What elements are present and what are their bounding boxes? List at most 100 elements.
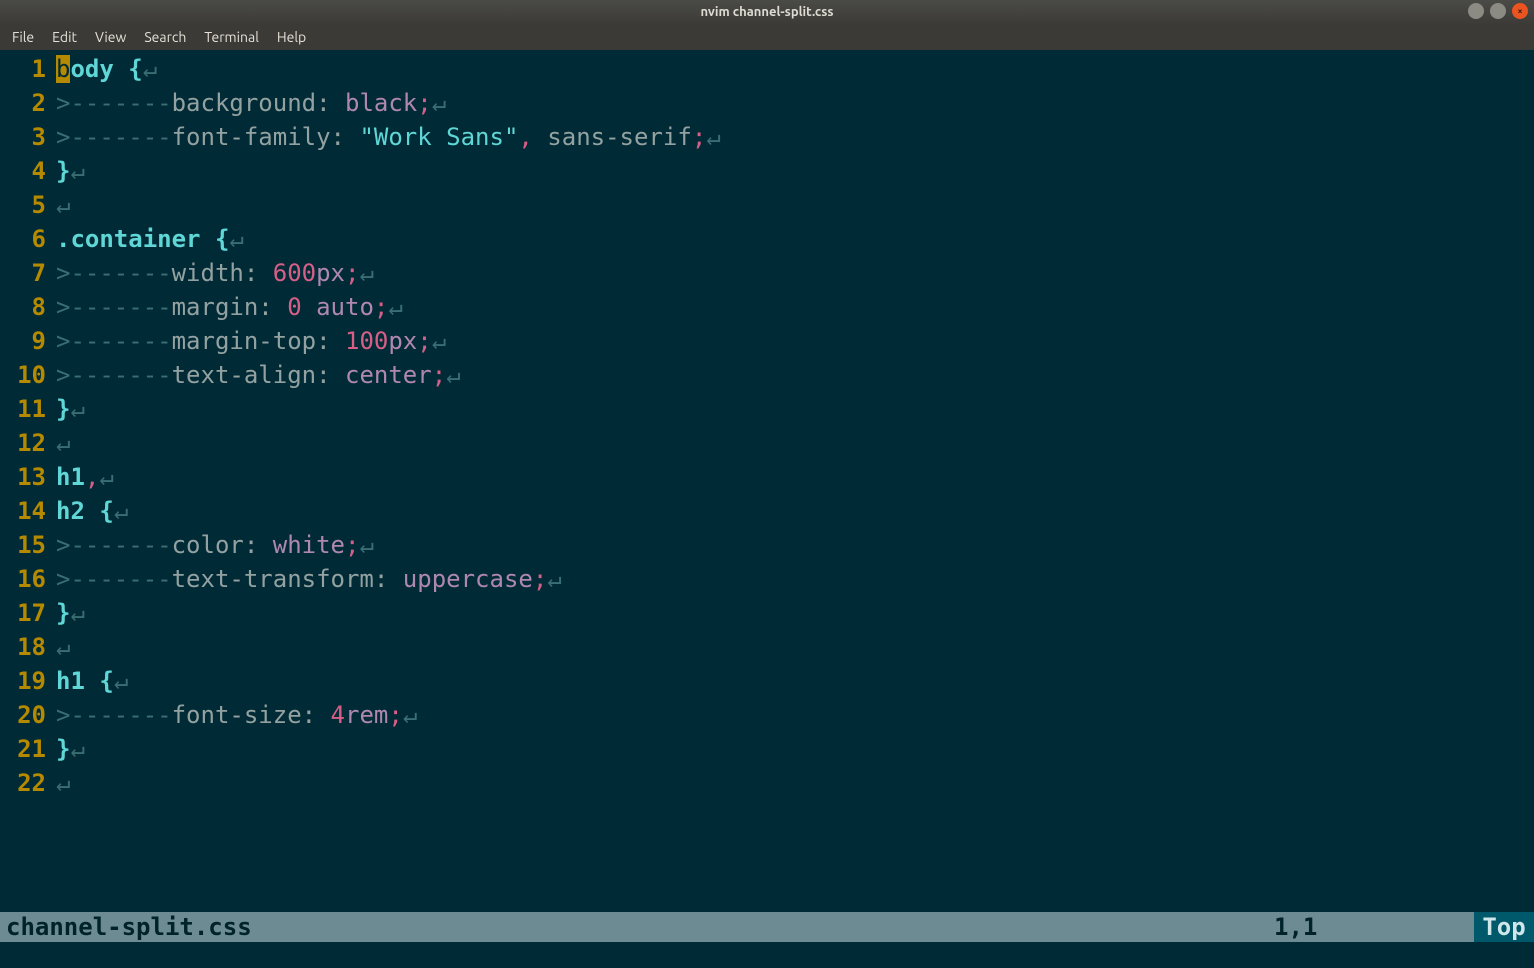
tok-kw: px — [388, 327, 417, 355]
line-content[interactable]: .container {↵ — [56, 222, 244, 256]
line-number: 20 — [0, 698, 56, 732]
tok-colon: : — [316, 361, 345, 389]
line-content[interactable]: >-------color: white;↵ — [56, 528, 374, 562]
tok-kw: auto — [316, 293, 374, 321]
tok-brace: { — [99, 497, 113, 525]
code-line[interactable]: 14h2 {↵ — [0, 494, 1534, 528]
line-content[interactable]: }↵ — [56, 392, 85, 426]
code-line[interactable]: 1body {↵ — [0, 52, 1534, 86]
maximize-icon[interactable] — [1490, 3, 1506, 19]
code-line[interactable]: 3>-------font-family: "Work Sans", sans-… — [0, 120, 1534, 154]
tok-prop: width — [172, 259, 244, 287]
code-line[interactable]: 22↵ — [0, 766, 1534, 800]
tok-eol: ↵ — [403, 701, 417, 729]
line-content[interactable]: ↵ — [56, 188, 70, 222]
editor-lines[interactable]: 1body {↵2>-------background: black;↵3>--… — [0, 50, 1534, 800]
code-line[interactable]: 18↵ — [0, 630, 1534, 664]
line-content[interactable]: >-------text-align: center;↵ — [56, 358, 461, 392]
tok-colon: : — [258, 293, 287, 321]
menu-help[interactable]: Help — [269, 27, 314, 47]
tok-tab: >------- — [56, 89, 172, 117]
tok-prop: text-align — [172, 361, 317, 389]
line-content[interactable]: h1 {↵ — [56, 664, 128, 698]
code-line[interactable]: 4}↵ — [0, 154, 1534, 188]
tok-cursor: b — [56, 55, 70, 83]
line-content[interactable]: body {↵ — [56, 52, 157, 86]
code-line[interactable]: 12↵ — [0, 426, 1534, 460]
minimize-icon[interactable] — [1468, 3, 1484, 19]
line-content[interactable]: ↵ — [56, 426, 70, 460]
tok-prop: color — [172, 531, 244, 559]
tok-semi: ; — [432, 361, 446, 389]
tok-colon: : — [374, 565, 403, 593]
line-content[interactable]: ↵ — [56, 766, 70, 800]
menu-bar: File Edit View Search Terminal Help — [0, 24, 1534, 50]
line-content[interactable]: >-------margin: 0 auto;↵ — [56, 290, 403, 324]
code-line[interactable]: 20>-------font-size: 4rem;↵ — [0, 698, 1534, 732]
code-line[interactable]: 17}↵ — [0, 596, 1534, 630]
code-line[interactable]: 13h1,↵ — [0, 460, 1534, 494]
tok-colon: : — [244, 531, 273, 559]
code-line[interactable]: 16>-------text-transform: uppercase;↵ — [0, 562, 1534, 596]
tok-semi: ; — [388, 701, 402, 729]
tok-eol: ↵ — [114, 667, 128, 695]
line-number: 22 — [0, 766, 56, 800]
tok-kw: center — [345, 361, 432, 389]
tok-eol: ↵ — [70, 599, 84, 627]
tok-brace: } — [56, 599, 70, 627]
command-line[interactable] — [0, 942, 1534, 968]
tok-eol: ↵ — [56, 769, 70, 797]
line-content[interactable]: }↵ — [56, 596, 85, 630]
tok-eol: ↵ — [56, 429, 70, 457]
line-content[interactable]: >-------font-size: 4rem;↵ — [56, 698, 417, 732]
menu-view[interactable]: View — [87, 27, 134, 47]
tok-num: 100 — [345, 327, 388, 355]
line-content[interactable]: >-------background: black;↵ — [56, 86, 446, 120]
line-content[interactable]: h1,↵ — [56, 460, 114, 494]
editor-viewport[interactable]: 1body {↵2>-------background: black;↵3>--… — [0, 50, 1534, 968]
code-line[interactable]: 8>-------margin: 0 auto;↵ — [0, 290, 1534, 324]
line-content[interactable]: >-------text-transform: uppercase;↵ — [56, 562, 562, 596]
tok-semi: ; — [345, 531, 359, 559]
code-line[interactable]: 6.container {↵ — [0, 222, 1534, 256]
code-line[interactable]: 11}↵ — [0, 392, 1534, 426]
line-content[interactable]: >-------margin-top: 100px;↵ — [56, 324, 446, 358]
tok-eol: ↵ — [359, 259, 373, 287]
menu-edit[interactable]: Edit — [44, 27, 85, 47]
menu-file[interactable]: File — [4, 27, 42, 47]
line-content[interactable]: ↵ — [56, 630, 70, 664]
tok-str: "Work Sans" — [359, 123, 518, 151]
code-line[interactable]: 7>-------width: 600px;↵ — [0, 256, 1534, 290]
code-line[interactable]: 15>-------color: white;↵ — [0, 528, 1534, 562]
tok-semi: ; — [417, 89, 431, 117]
line-content[interactable]: >-------width: 600px;↵ — [56, 256, 374, 290]
tok-tab: >------- — [56, 565, 172, 593]
tok-brace: } — [56, 395, 70, 423]
code-line[interactable]: 10>-------text-align: center;↵ — [0, 358, 1534, 392]
code-line[interactable]: 19h1 {↵ — [0, 664, 1534, 698]
line-content[interactable]: }↵ — [56, 154, 85, 188]
code-line[interactable]: 5↵ — [0, 188, 1534, 222]
tok-eol: ↵ — [388, 293, 402, 321]
line-content[interactable]: >-------font-family: "Work Sans", sans-s… — [56, 120, 721, 154]
code-line[interactable]: 9>-------margin-top: 100px;↵ — [0, 324, 1534, 358]
line-number: 8 — [0, 290, 56, 324]
tok-eol: ↵ — [446, 361, 460, 389]
code-line[interactable]: 2>-------background: black;↵ — [0, 86, 1534, 120]
tok-eol: ↵ — [99, 463, 113, 491]
line-content[interactable]: }↵ — [56, 732, 85, 766]
line-number: 18 — [0, 630, 56, 664]
menu-terminal[interactable]: Terminal — [196, 27, 267, 47]
line-number: 10 — [0, 358, 56, 392]
close-icon[interactable]: × — [1512, 3, 1528, 19]
line-number: 19 — [0, 664, 56, 698]
window-controls: × — [1468, 3, 1528, 19]
tok-colon: : — [316, 327, 345, 355]
menu-search[interactable]: Search — [136, 27, 194, 47]
tok-colon: : — [302, 701, 331, 729]
code-line[interactable]: 21}↵ — [0, 732, 1534, 766]
window-title: nvim channel-split.css — [700, 5, 833, 19]
tok-eol: ↵ — [359, 531, 373, 559]
line-number: 17 — [0, 596, 56, 630]
line-content[interactable]: h2 {↵ — [56, 494, 128, 528]
